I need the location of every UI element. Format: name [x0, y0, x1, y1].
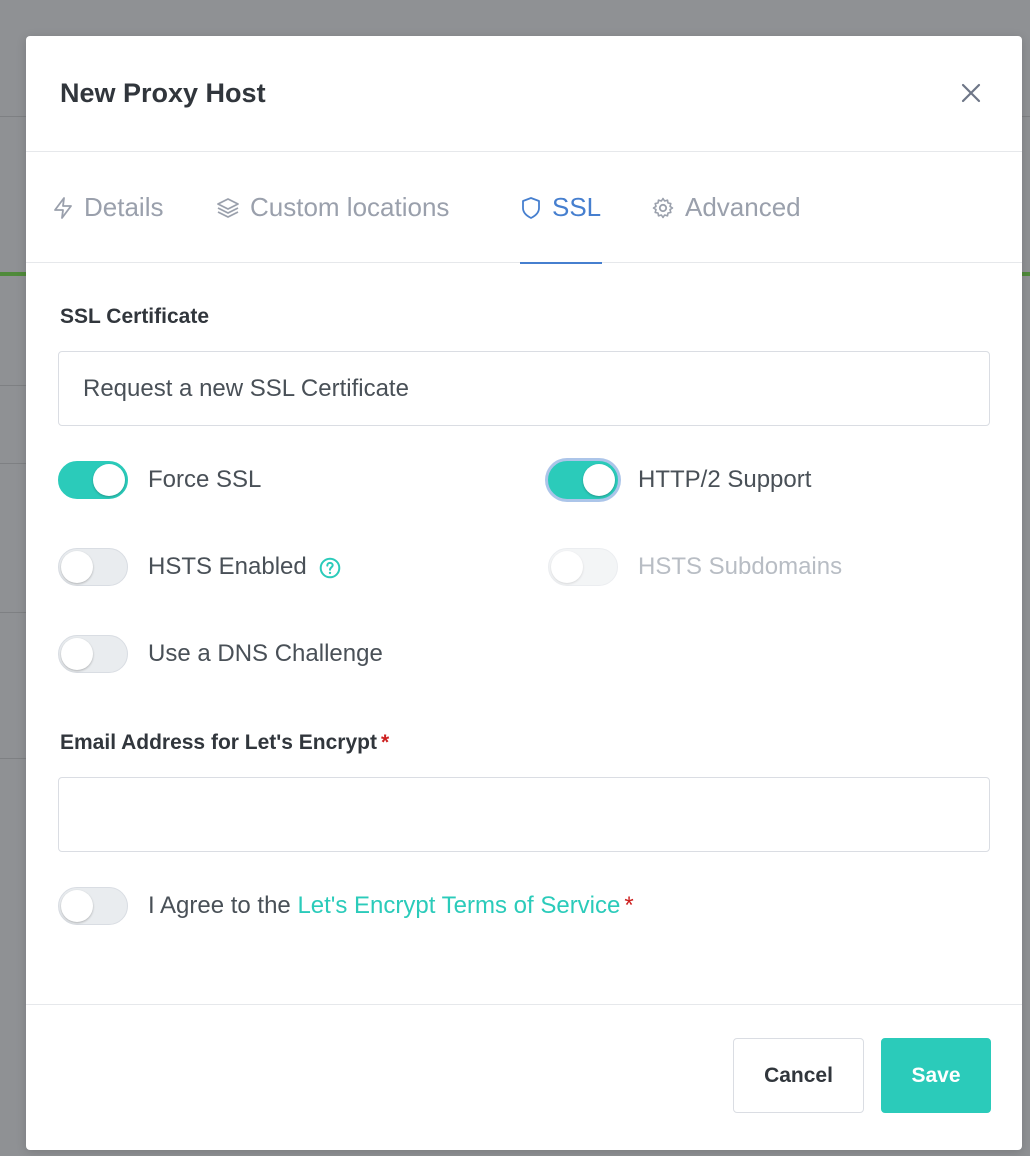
layers-icon [217, 197, 239, 218]
shield-icon [522, 196, 540, 219]
modal-footer: Cancel Save [26, 1004, 1022, 1150]
background-divider [0, 612, 26, 613]
tab-label: SSL [552, 192, 602, 222]
help-icon[interactable] [319, 557, 341, 579]
tos-link[interactable]: Let's Encrypt Terms of Service [297, 892, 620, 919]
tab-ssl[interactable]: SSL [520, 152, 602, 264]
hsts-enabled-toggle[interactable]: HSTS Enabled [58, 548, 341, 586]
dns-challenge-switch[interactable] [58, 635, 128, 673]
cancel-button[interactable]: Cancel [733, 1038, 864, 1113]
dns-challenge-toggle[interactable]: Use a DNS Challenge [58, 635, 383, 673]
lightning-icon [54, 196, 72, 219]
hsts-subdomains-switch[interactable] [548, 548, 618, 586]
http2-support-switch[interactable] [548, 461, 618, 499]
hsts-enabled-label: HSTS Enabled [148, 553, 341, 581]
force-ssl-switch[interactable] [58, 461, 128, 499]
close-icon[interactable] [958, 80, 984, 106]
email-input[interactable] [58, 777, 990, 852]
hsts-enabled-switch[interactable] [58, 548, 128, 586]
hsts-subdomains-toggle[interactable]: HSTS Subdomains [548, 548, 842, 586]
required-marker: * [624, 892, 634, 919]
dns-challenge-label: Use a DNS Challenge [148, 640, 383, 667]
background-divider [1022, 116, 1030, 117]
tos-agree-label: I Agree to the Let's Encrypt Terms of Se… [148, 892, 634, 919]
ssl-certificate-select[interactable]: Request a new SSL Certificate [58, 351, 990, 426]
background-accent-bar [1022, 272, 1030, 276]
tab-advanced[interactable]: Advanced [651, 152, 801, 263]
hsts-subdomains-label: HSTS Subdomains [638, 553, 843, 580]
tab-label: Advanced [685, 192, 801, 222]
http2-support-label: HTTP/2 Support [638, 466, 812, 493]
save-button[interactable]: Save [881, 1038, 991, 1113]
tos-agree-toggle[interactable]: I Agree to the Let's Encrypt Terms of Se… [58, 887, 634, 925]
tab-label: Details [84, 192, 164, 222]
http2-support-toggle[interactable]: HTTP/2 Support [548, 461, 811, 499]
force-ssl-toggle[interactable]: Force SSL [58, 461, 261, 499]
background-divider [0, 463, 26, 464]
tos-agree-switch[interactable] [58, 887, 128, 925]
tab-custom-locations[interactable]: Custom locations [216, 152, 449, 263]
ssl-certificate-label: SSL Certificate [60, 305, 209, 328]
new-proxy-host-modal: New Proxy Host Details Custom locations [26, 36, 1022, 1150]
tab-details[interactable]: Details [52, 152, 163, 263]
force-ssl-label: Force SSL [148, 466, 262, 493]
modal-title: New Proxy Host [60, 78, 266, 108]
ssl-tab-content: SSL Certificate Request a new SSL Certif… [26, 263, 1022, 1003]
required-marker: * [380, 731, 390, 754]
gear-icon [652, 197, 674, 218]
background-accent-bar [0, 272, 26, 276]
background-divider [0, 385, 26, 386]
background-divider [0, 116, 26, 117]
background-divider [0, 758, 26, 759]
ssl-certificate-value: Request a new SSL Certificate [83, 374, 409, 402]
email-label: Email Address for Let's Encrypt * [60, 731, 390, 754]
tab-label: Custom locations [250, 192, 450, 222]
tab-bar: Details Custom locations SSL Advanced [26, 152, 1022, 264]
modal-header: New Proxy Host [26, 36, 1022, 152]
